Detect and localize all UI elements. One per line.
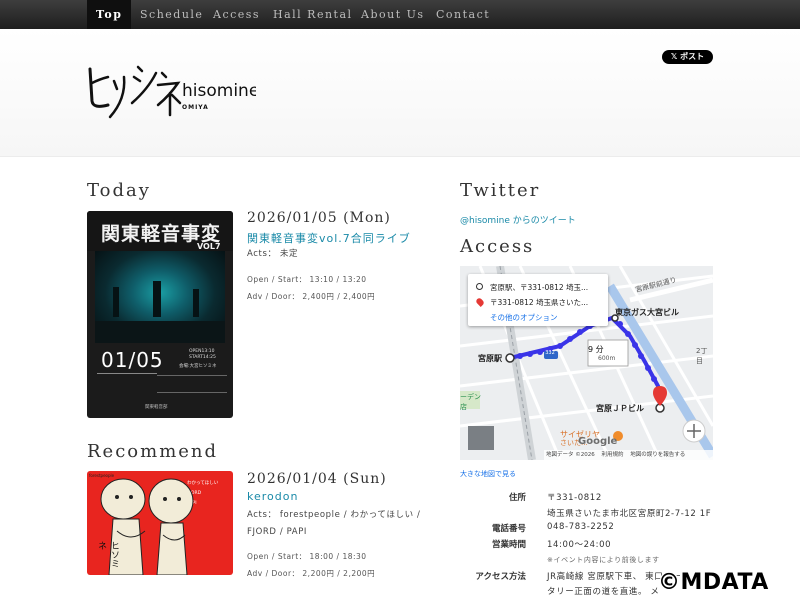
map-label-den: ーデン xyxy=(460,393,481,401)
map-walk-distance: 600m xyxy=(598,355,616,362)
watermark-text: ©MDATA xyxy=(658,570,769,595)
nav-item-schedule[interactable]: Schedule xyxy=(140,0,203,29)
map-attribution-report[interactable]: 地図の誤りを報告する xyxy=(630,452,685,458)
flyer-date-text: 01/05 xyxy=(101,348,164,372)
x-post-button[interactable]: 𝕏 ポスト xyxy=(662,50,713,64)
nav-item-top[interactable]: Top xyxy=(87,0,132,29)
recommend-event-acts: Acts： forestpeople / わかってほしい / FJORD / P… xyxy=(247,510,421,537)
info-label-access: アクセス方法 xyxy=(475,572,526,582)
map-destination: 〒331-0812 埼玉県さいた... xyxy=(490,298,589,307)
top-nav: Top Schedule Access Hall Rental About Us… xyxy=(0,0,800,29)
map-attribution: 地図データ ©2026 利用規約 地図の誤りを報告する xyxy=(544,450,713,460)
site-header: hisomine OMIYA 𝕏 ポスト xyxy=(0,29,800,157)
info-value-hours-note: ※イベント内容により前後します xyxy=(547,556,660,564)
info-value-address: 埼玉県さいたま市北区宮原町2-7-12 1F xyxy=(547,509,712,519)
twitter-heading: Twitter xyxy=(460,180,541,201)
twitter-timeline-link[interactable]: @hisomine からのツイート xyxy=(460,213,576,226)
today-event-acts: Acts： 未定 xyxy=(247,249,299,259)
map-attribution-terms[interactable]: 利用規約 xyxy=(602,452,624,458)
flyer-footer-text: 関東軽音部 xyxy=(145,405,168,410)
recommend-event-open-start: Open / Start： 18:00 / 18:30 xyxy=(247,552,367,561)
embedded-map[interactable]: 宮原駅、〒331-0812 埼玉... 〒331-0812 埼玉県さいた... … xyxy=(460,266,713,460)
today-event-open-start: Open / Start： 13:10 / 13:20 xyxy=(247,275,367,284)
recommend-event-adv-door: Adv / Door： 2,200円 / 2,200円 xyxy=(247,569,376,578)
flyer-vol-text: VOL7 xyxy=(197,242,221,251)
map-label-jp: 宮原ＪＰビル xyxy=(596,404,644,413)
nav-item-hall-rental[interactable]: Hall Rental xyxy=(273,0,353,29)
recommend-event-date: 2026/01/04 (Sun) xyxy=(247,471,387,487)
today-flyer-image[interactable]: 関東軽音事変 VOL7 01/05 OPEN13:10 START14:25 会… xyxy=(87,211,233,418)
flyer-start-text: START14:25 xyxy=(189,355,216,360)
flyer-logo-text: ヒソミネ xyxy=(96,541,119,568)
nav-item-contact[interactable]: Contact xyxy=(436,0,490,29)
map-google-logo: Google xyxy=(578,436,618,447)
map-directions-card[interactable]: 宮原駅、〒331-0812 埼玉... 〒331-0812 埼玉県さいた... … xyxy=(468,274,608,326)
info-value-phone: 048-783-2252 xyxy=(547,522,615,532)
info-value-postal: 〒331-0812 xyxy=(547,493,602,503)
site-logo[interactable]: hisomine OMIYA xyxy=(86,59,256,123)
recommend-flyer-image[interactable]: forestpeople わかってほしい FJORD PAPI ヒソミネ xyxy=(87,471,233,575)
map-label-gas: 東京ガス大宮ビル xyxy=(615,308,679,317)
info-value-access-2: タリー正面の道を直進。 メ xyxy=(547,587,660,597)
info-label-phone: 電話番号 xyxy=(491,524,526,534)
logo-sub-text: OMIYA xyxy=(182,104,209,111)
destination-pin-icon xyxy=(475,297,485,307)
today-event-adv-door: Adv / Door： 2,400円 / 2,400円 xyxy=(247,292,376,301)
today-heading: Today xyxy=(87,180,151,201)
info-label-address: 住所 xyxy=(508,493,526,503)
map-label-station: 宮原駅 xyxy=(478,354,502,363)
nav-item-about-us[interactable]: About Us xyxy=(361,0,425,29)
info-label-hours: 営業時間 xyxy=(491,540,526,550)
flyer-venue-text: 会場:大宮ヒソミネ xyxy=(179,364,217,369)
map-origin: 宮原駅、〒331-0812 埼玉... xyxy=(490,283,589,292)
map-attribution-data: 地図データ ©2026 xyxy=(546,452,595,458)
info-value-hours: 14:00～24:00 xyxy=(547,540,612,550)
today-event-title-link[interactable]: 関東軽音事変vol.7合同ライブ xyxy=(247,230,411,246)
today-event-date: 2026/01/05 (Mon) xyxy=(247,210,391,226)
map-label-ten: 店 xyxy=(460,403,467,411)
access-heading: Access xyxy=(460,236,535,257)
logo-latin-text: hisomine xyxy=(182,81,256,101)
map-route-number: 332 xyxy=(545,350,555,356)
recommend-heading: Recommend xyxy=(87,441,219,462)
map-label-chome: 2丁目 xyxy=(696,347,708,365)
map-walk-time: 9 分 xyxy=(588,345,604,354)
flyer-stage-photo xyxy=(95,251,225,343)
recommend-event-title-link[interactable]: kerodon xyxy=(247,490,298,503)
origin-circle-icon xyxy=(476,283,483,290)
map-more-options-link[interactable]: その他のオプション xyxy=(490,312,604,323)
nav-item-access[interactable]: Access xyxy=(213,0,260,29)
larger-map-link[interactable]: 大きな地図で見る xyxy=(460,469,516,479)
